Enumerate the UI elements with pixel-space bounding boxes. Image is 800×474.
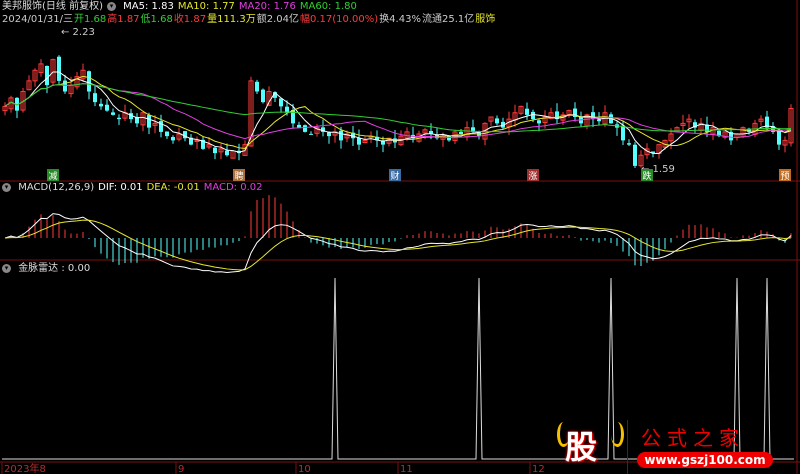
candle-body (165, 131, 169, 137)
horn-icon (611, 422, 624, 447)
candle-body (225, 150, 229, 156)
candle-body (255, 81, 259, 92)
candle-body (597, 119, 601, 122)
candle-body (327, 132, 331, 137)
kline-chart[interactable]: ← 2.23← 1.59减聘财涨跌预2023年8 9 10 11 12 (0, 0, 800, 474)
axis-label: 11 (400, 464, 413, 474)
candle-body (303, 125, 307, 132)
signal-label: 减 (48, 170, 57, 182)
candle-body (171, 137, 175, 141)
axis-label: 2023年8 (4, 462, 46, 474)
candle-body (111, 112, 115, 115)
candle-body (459, 131, 463, 134)
candle-body (537, 120, 541, 124)
candle-body (297, 124, 301, 128)
dif-line (4, 213, 792, 274)
dea-line (4, 219, 792, 271)
candle-body (525, 108, 529, 115)
divider (627, 420, 628, 474)
axis-label: 9 (178, 464, 184, 474)
candle-body (57, 56, 61, 81)
signal-label: 涨 (528, 171, 537, 182)
candle-body (99, 103, 103, 107)
logo-name: 公式之家 (641, 426, 745, 450)
candle-body (213, 147, 217, 154)
candle-body (261, 89, 265, 103)
candle-body (147, 115, 151, 128)
axis-label: 12 (532, 464, 545, 474)
candle-body (117, 117, 121, 120)
candle-body (87, 71, 91, 92)
candle-body (621, 125, 625, 141)
candle-body (279, 98, 283, 107)
candle-body (495, 118, 499, 124)
logo-url: www.gszj100.com (637, 452, 773, 468)
logo-brand: 股 (565, 428, 598, 466)
axis-label: 10 (298, 464, 311, 474)
candle-body (627, 143, 631, 145)
candle-body (45, 65, 49, 86)
candle-body (339, 130, 343, 141)
signal-label: 预 (780, 171, 789, 182)
signal-label: 财 (390, 170, 399, 182)
price-max-label: ← 2.23 (61, 27, 95, 38)
watermark-logo: 股 公式之家 www.gszj100.com (555, 420, 800, 474)
candle-body (105, 104, 109, 111)
signal-label: 跌 (642, 171, 651, 182)
candle-body (633, 144, 637, 166)
candle-body (357, 137, 361, 145)
signal-label: 聘 (234, 170, 243, 182)
candle-body (777, 130, 781, 145)
candle-body (63, 80, 67, 92)
candle-body (309, 133, 313, 135)
candle-body (93, 93, 97, 103)
candle-body (531, 111, 535, 120)
